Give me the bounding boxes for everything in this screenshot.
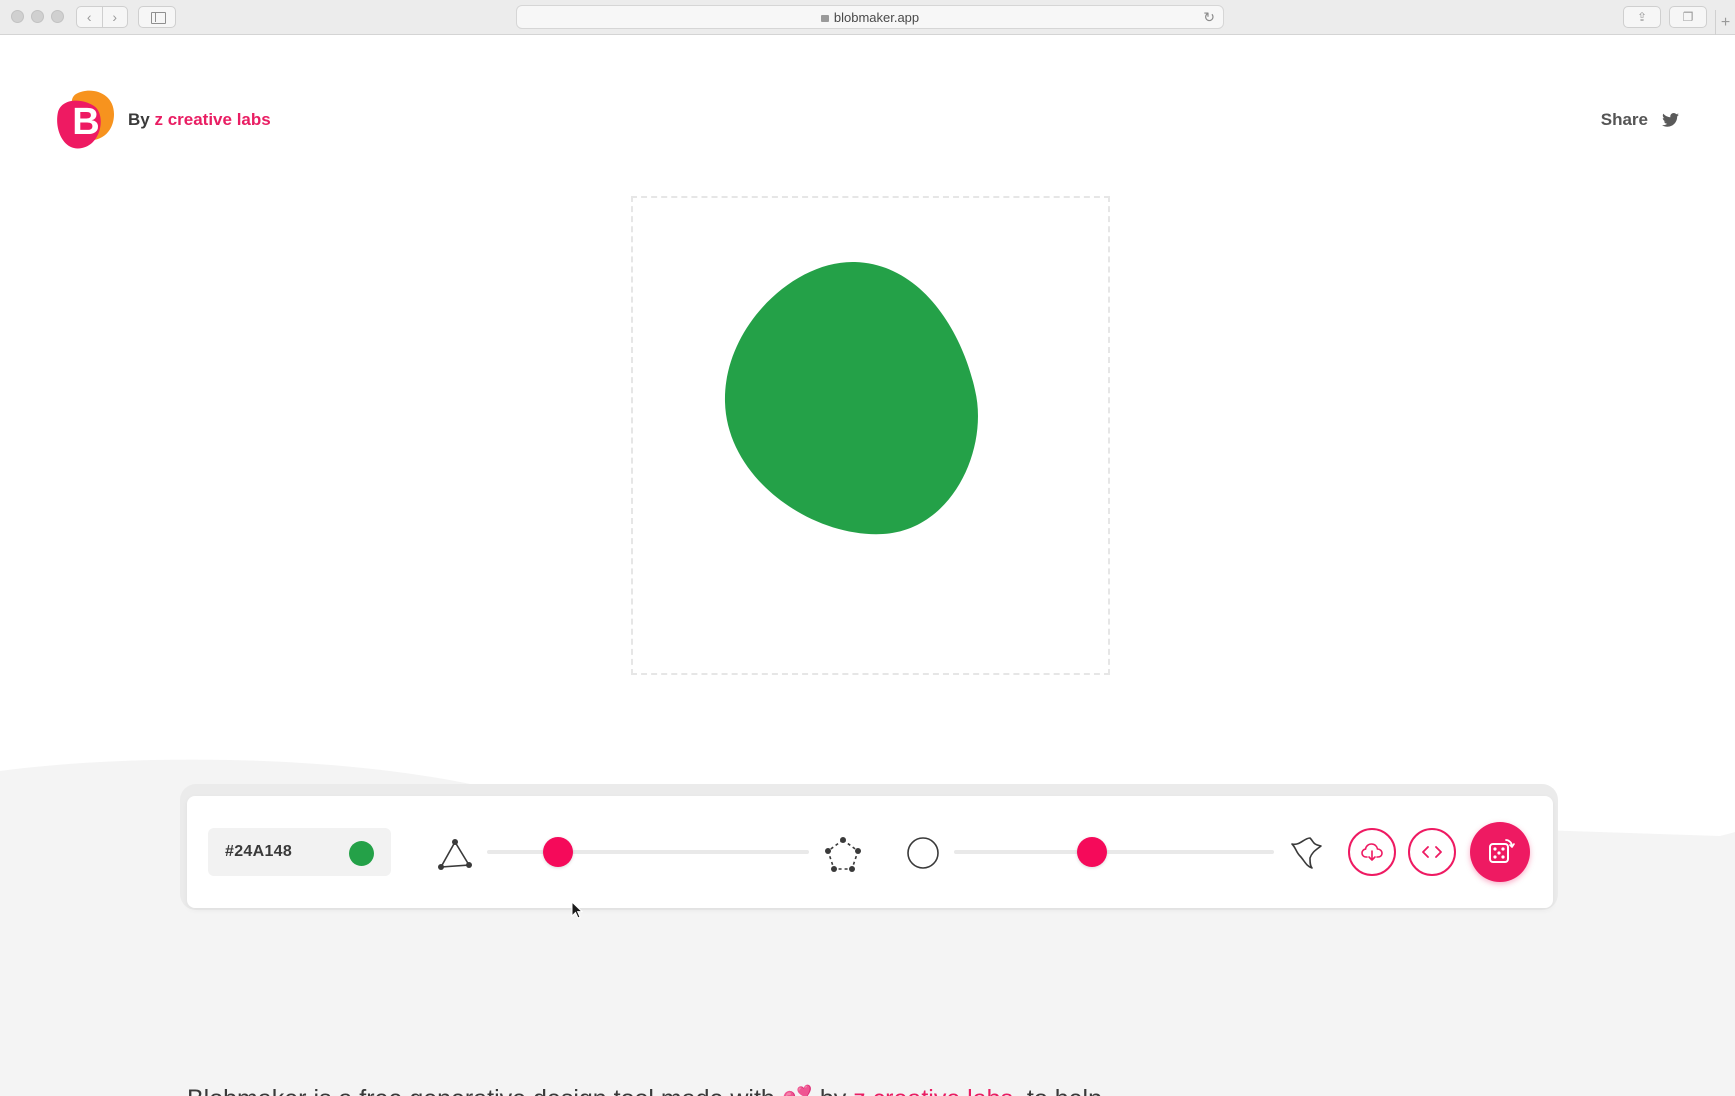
blobmaker-logo[interactable]: B bbox=[52, 88, 116, 152]
twitter-icon bbox=[1662, 113, 1679, 127]
spiky-blob-contrast-icon bbox=[1291, 837, 1322, 869]
download-svg-button[interactable] bbox=[1348, 828, 1396, 876]
circle-contrast-icon bbox=[907, 837, 939, 869]
code-brackets-icon bbox=[1422, 846, 1442, 858]
address-bar[interactable]: blobmaker.app ↻ bbox=[516, 5, 1224, 29]
lock-icon bbox=[820, 14, 829, 22]
blob-controls-toolbar: #24A148 bbox=[187, 796, 1553, 908]
back-button[interactable]: ‹ bbox=[77, 7, 103, 27]
triangle-complexity-icon bbox=[438, 839, 472, 870]
heart-emoji: 💕 bbox=[782, 1085, 813, 1096]
close-window-button[interactable] bbox=[11, 10, 24, 23]
mouse-pointer-icon bbox=[571, 901, 584, 919]
blob-shape bbox=[724, 261, 978, 535]
pentagon-complexity-icon bbox=[825, 837, 861, 872]
brand: B By z creative labs bbox=[52, 88, 271, 152]
share-label: Share bbox=[1600, 110, 1648, 129]
share-sheet-icon: ⇪ bbox=[1636, 10, 1648, 24]
color-picker-field[interactable]: #24A148 bbox=[208, 828, 391, 876]
sidebar-toggle-button[interactable] bbox=[138, 6, 176, 28]
about-by: by bbox=[820, 1085, 846, 1096]
minimize-window-button[interactable] bbox=[31, 10, 44, 23]
about-z-creative-labs-link[interactable]: z creative labs bbox=[853, 1085, 1013, 1096]
url-text: blobmaker.app bbox=[833, 9, 920, 25]
zoom-window-button[interactable] bbox=[51, 10, 64, 23]
blob-preview bbox=[724, 261, 978, 535]
color-swatch[interactable] bbox=[349, 841, 374, 866]
share-link[interactable]: Share bbox=[1601, 110, 1679, 130]
cloud-download-icon bbox=[1361, 843, 1383, 861]
credit-line: By z creative labs bbox=[128, 110, 271, 130]
randomize-blob-button[interactable] bbox=[1470, 822, 1530, 882]
view-code-button[interactable] bbox=[1408, 828, 1456, 876]
blob-canvas bbox=[631, 196, 1110, 675]
z-creative-labs-link[interactable]: z creative labs bbox=[154, 110, 270, 129]
page: B By z creative labs Share #24A148 bbox=[0, 36, 1735, 1096]
about-paragraph: Blobmaker is a free generative design to… bbox=[187, 1085, 1102, 1096]
contrast-slider-track[interactable] bbox=[954, 850, 1274, 854]
dice-icon bbox=[1489, 839, 1515, 863]
color-hex-value[interactable]: #24A148 bbox=[225, 843, 292, 861]
reload-icon[interactable]: ↻ bbox=[1203, 9, 1215, 26]
new-tab-button[interactable]: + bbox=[1715, 10, 1735, 35]
show-tabs-button[interactable]: ❐ bbox=[1669, 6, 1707, 28]
tabs-icon: ❐ bbox=[1682, 10, 1694, 24]
by-label: By bbox=[128, 110, 150, 129]
share-sheet-button[interactable]: ⇪ bbox=[1623, 6, 1661, 28]
history-navigation: ‹ › bbox=[76, 6, 128, 28]
about-text-suffix: , to help bbox=[1013, 1085, 1102, 1096]
forward-button[interactable]: › bbox=[103, 7, 128, 27]
logo-letter: B bbox=[72, 101, 99, 143]
complexity-slider-track[interactable] bbox=[487, 850, 809, 854]
complexity-slider-handle[interactable] bbox=[542, 837, 573, 867]
browser-toolbar: ‹ › blobmaker.app ↻ ⇪ ❐ + bbox=[0, 0, 1735, 35]
about-text-prefix: Blobmaker is a free generative design to… bbox=[187, 1085, 775, 1096]
contrast-slider-handle[interactable] bbox=[1076, 837, 1107, 867]
